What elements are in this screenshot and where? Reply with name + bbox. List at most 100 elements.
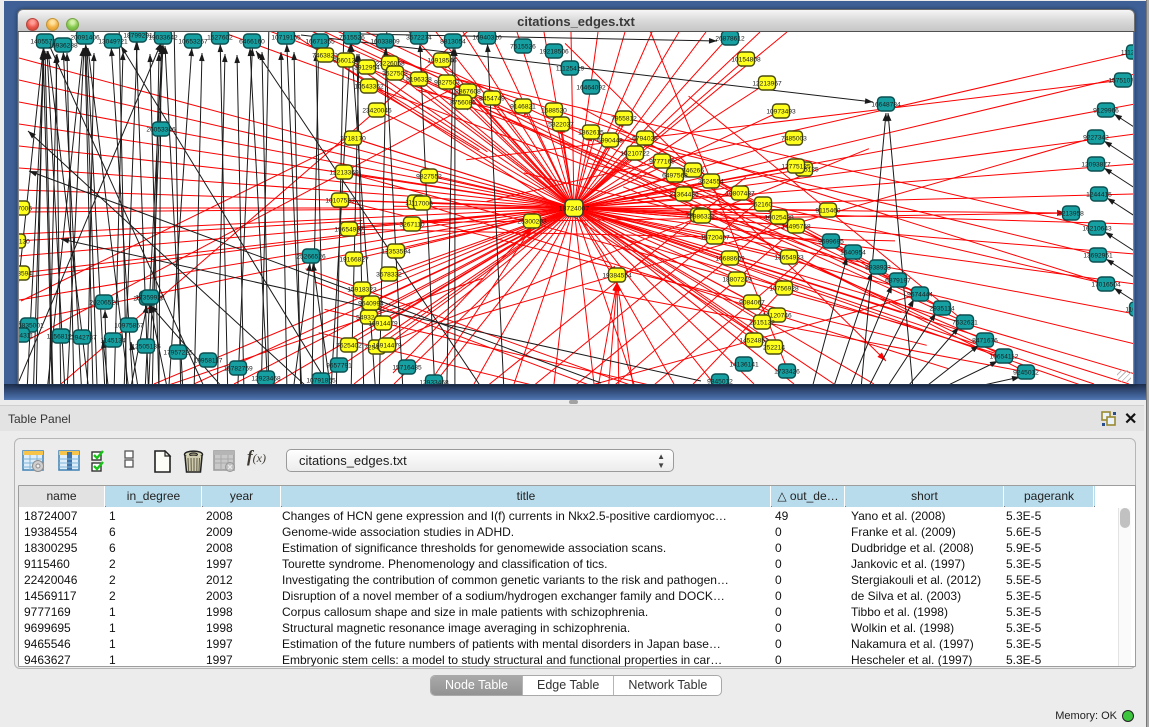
svg-text:12923468: 12923468	[251, 375, 281, 382]
svg-text:252214: 252214	[763, 344, 785, 351]
svg-text:16210643: 16210643	[1082, 225, 1112, 232]
svg-text:9914311: 9914311	[19, 332, 34, 339]
svg-text:16936288: 16936288	[48, 42, 78, 49]
svg-text:8660124: 8660124	[333, 57, 359, 64]
svg-text:417006: 417006	[19, 205, 32, 212]
svg-text:17957225: 17957225	[163, 349, 193, 356]
svg-text:14136141: 14136141	[729, 361, 759, 368]
svg-text:25300203: 25300203	[517, 218, 547, 225]
svg-text:16033809: 16033809	[370, 38, 400, 45]
svg-text:11125419: 11125419	[1121, 49, 1134, 56]
svg-text:3267130: 3267130	[19, 238, 30, 245]
svg-text:26053346: 26053346	[146, 126, 176, 133]
svg-text:10719155: 10719155	[271, 34, 301, 41]
svg-text:12505135: 12505135	[131, 343, 161, 350]
svg-text:15751074: 15751074	[1108, 77, 1134, 84]
svg-text:6466160: 6466160	[239, 38, 265, 45]
svg-text:13654923: 13654923	[774, 254, 804, 261]
svg-text:16648784: 16648784	[871, 101, 901, 108]
svg-text:18799291: 18799291	[123, 32, 153, 39]
svg-text:16671355: 16671355	[305, 38, 335, 45]
svg-text:10791855: 10791855	[306, 377, 336, 384]
svg-text:753594: 753594	[19, 270, 32, 277]
svg-text:10973493: 10973493	[766, 108, 796, 115]
svg-text:1145134: 1145134	[100, 337, 126, 344]
svg-text:9327503: 9327503	[434, 79, 460, 86]
svg-text:16464092: 16464092	[576, 84, 606, 91]
svg-text:20206526: 20206526	[89, 299, 119, 306]
svg-text:7986322: 7986322	[689, 213, 715, 220]
svg-text:3572274: 3572274	[406, 34, 432, 41]
svg-text:3527502: 3527502	[382, 70, 408, 77]
svg-text:12213369: 12213369	[329, 169, 359, 176]
svg-text:23420046: 23420046	[362, 107, 392, 114]
svg-text:10543362: 10543362	[354, 83, 384, 90]
svg-text:14495758: 14495758	[781, 223, 811, 230]
svg-text:1615132: 1615132	[749, 319, 775, 326]
svg-text:1527602: 1527602	[207, 34, 233, 41]
svg-text:16914479: 16914479	[372, 342, 402, 349]
svg-text:2718170: 2718170	[340, 135, 366, 142]
svg-text:20091406: 20091406	[70, 34, 100, 41]
svg-text:12942737: 12942737	[67, 334, 97, 341]
svg-text:10975857: 10975857	[114, 322, 144, 329]
svg-text:13692951: 13692951	[1083, 252, 1113, 259]
svg-text:12933468: 12933468	[419, 379, 449, 384]
svg-text:10688609: 10688609	[715, 255, 745, 262]
svg-text:19033642: 19033642	[148, 34, 178, 41]
svg-text:6497568: 6497568	[662, 172, 688, 179]
svg-text:12213967: 12213967	[752, 80, 782, 87]
svg-text:62160: 62160	[754, 201, 773, 208]
svg-text:1362615: 1362615	[578, 129, 604, 136]
svg-text:15720407: 15720407	[700, 234, 730, 241]
svg-text:16914479: 16914479	[368, 320, 398, 327]
svg-text:9674444: 9674444	[907, 291, 933, 298]
svg-text:9657791: 9657791	[326, 362, 352, 369]
svg-text:9084067: 9084067	[739, 299, 765, 306]
svg-text:7955812: 7955812	[611, 115, 637, 122]
svg-text:17359928: 17359928	[135, 294, 165, 301]
svg-text:8213958: 8213958	[1058, 210, 1084, 217]
svg-text:10653267: 10653267	[178, 38, 208, 45]
svg-text:1167534: 1167534	[1125, 306, 1134, 313]
svg-text:7515526: 7515526	[339, 34, 365, 41]
svg-text:21364436: 21364436	[669, 191, 699, 198]
svg-text:10958117: 10958117	[194, 357, 223, 364]
svg-text:8196328: 8196328	[406, 76, 432, 83]
svg-text:1244415: 1244415	[1086, 191, 1112, 198]
svg-text:19166827: 19166827	[339, 256, 369, 263]
svg-text:9777169: 9777169	[649, 158, 675, 165]
svg-text:10154808: 10154808	[731, 56, 761, 63]
svg-text:16940310: 16940310	[472, 34, 502, 41]
svg-text:9345012: 9345012	[707, 378, 733, 384]
svg-text:2867608: 2867608	[455, 88, 481, 95]
svg-text:26878612: 26878612	[715, 35, 745, 42]
svg-text:3267110: 3267110	[399, 221, 425, 228]
svg-text:19218506: 19218506	[539, 48, 569, 55]
svg-text:25266526: 25266526	[296, 253, 326, 260]
svg-text:8756085: 8756085	[450, 99, 476, 106]
svg-text:1733426: 1733426	[774, 368, 800, 375]
svg-text:6879197: 6879197	[885, 277, 911, 284]
svg-text:11125419: 11125419	[556, 65, 585, 72]
svg-text:15716485: 15716485	[392, 364, 422, 371]
svg-text:19384554: 19384554	[602, 272, 632, 279]
svg-text:7632621: 7632621	[952, 319, 978, 326]
svg-text:2935114: 2935114	[929, 305, 955, 312]
svg-text:7515526: 7515526	[510, 43, 536, 50]
svg-text:7485003: 7485003	[781, 135, 807, 142]
svg-text:5322037: 5322037	[548, 121, 574, 128]
svg-text:9640994: 9640994	[358, 300, 384, 307]
svg-text:10107533: 10107533	[325, 197, 355, 204]
svg-text:8813054: 8813054	[440, 38, 466, 45]
svg-text:1588520: 1588520	[541, 107, 567, 114]
svg-text:17016504: 17016504	[1091, 281, 1121, 288]
svg-text:6990448: 6990448	[597, 137, 623, 144]
svg-text:16210722: 16210722	[620, 150, 650, 157]
svg-text:9227342: 9227342	[1083, 134, 1109, 141]
svg-text:8938923: 8938923	[865, 264, 891, 271]
svg-text:9115460: 9115460	[815, 207, 841, 214]
svg-text:9146821: 9146821	[510, 103, 536, 110]
svg-text:3578332: 3578332	[376, 271, 402, 278]
svg-text:9699695: 9699695	[818, 238, 844, 245]
